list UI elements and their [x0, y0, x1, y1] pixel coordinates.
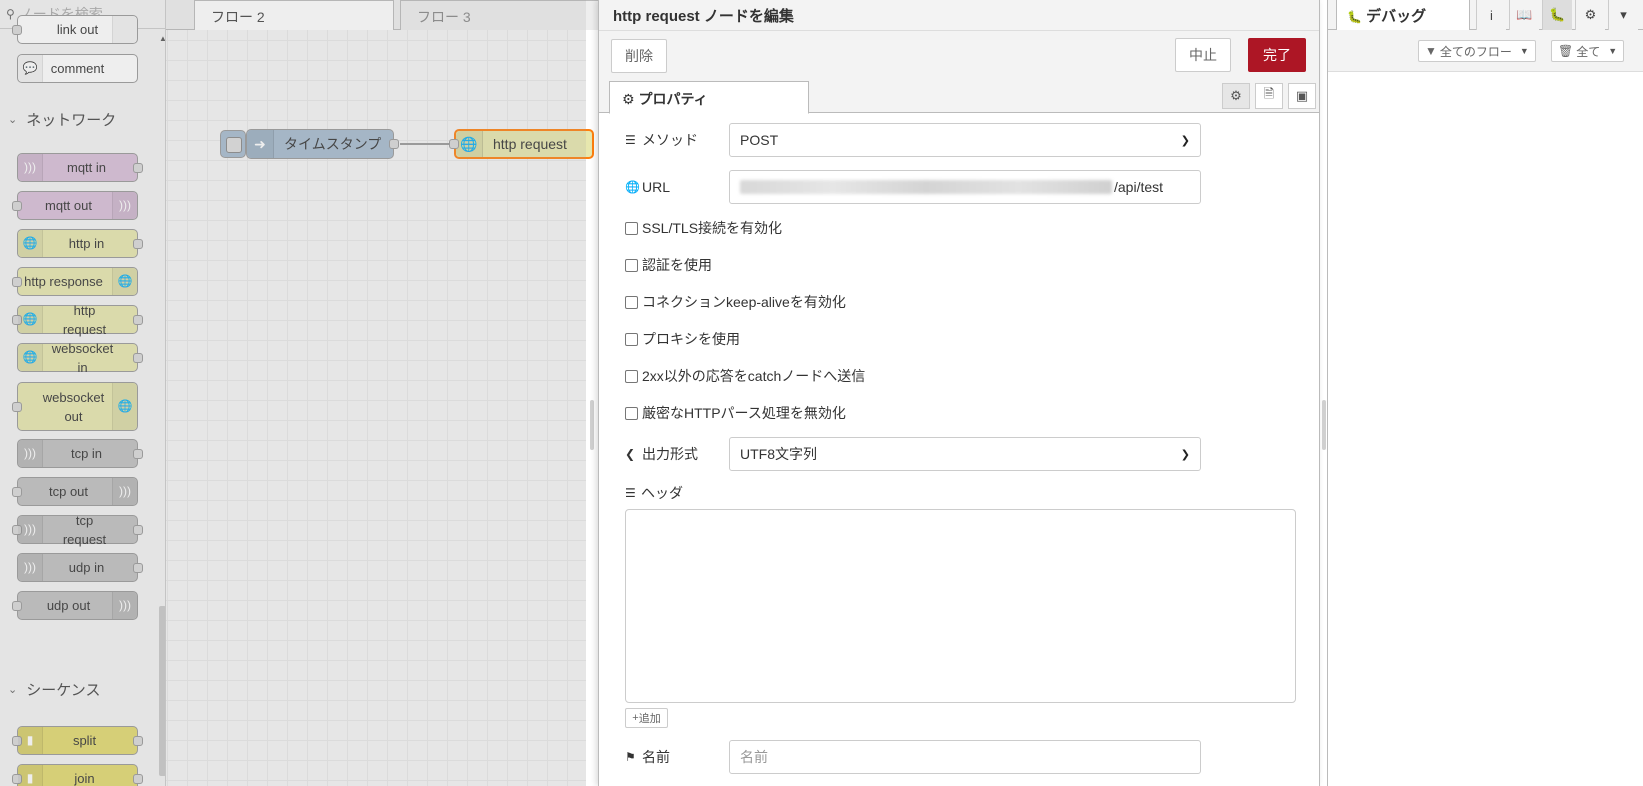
chevron-down-icon: ❯ — [1180, 448, 1190, 461]
url-input[interactable]: /api/test — [729, 170, 1201, 204]
checkbox[interactable] — [625, 221, 638, 235]
sidebar-tab-bar: 🐛 デバッグ i 📖 🐛 ⚙ ▾ — [1328, 0, 1643, 31]
checkbox[interactable] — [625, 295, 638, 309]
filter-icon: ▼ — [1425, 44, 1437, 58]
appearance-icon[interactable]: ▣ — [1288, 83, 1316, 109]
checkbox-keepalive[interactable]: コネクションkeep-aliveを有効化 — [625, 292, 846, 312]
add-header-button[interactable]: + 追加 — [625, 708, 668, 728]
caret-down-icon: ▼ — [1519, 46, 1529, 56]
arrow-left-icon: ❮ — [625, 447, 636, 461]
edit-tray: http request ノードを編集 削除 中止 完了 ⚙ プロパティ ⚙ 🗎… — [598, 0, 1320, 786]
name-row: ⚑ 名前 名前 — [625, 740, 1201, 774]
bug-icon: 🐛 — [1347, 10, 1362, 24]
redacted-url-part — [740, 180, 1112, 194]
description-icon[interactable]: 🗎 — [1255, 83, 1283, 109]
tag-icon: ⚑ — [625, 750, 636, 764]
clear-debug-button[interactable]: 🗑 全て ▼ — [1551, 40, 1625, 62]
cancel-button[interactable]: 中止 — [1175, 38, 1231, 72]
tab-debug[interactable]: 🐛 デバッグ — [1336, 0, 1470, 31]
method-row: ☰ メソッド POST ❯ — [625, 123, 1201, 157]
chevron-down-icon: ❯ — [1180, 134, 1190, 147]
checkbox-proxy[interactable]: プロキシを使用 — [625, 329, 740, 349]
checkbox-tls[interactable]: SSL/TLS接続を有効化 — [625, 218, 782, 238]
return-select[interactable]: UTF8文字列 ❯ — [729, 437, 1201, 471]
gear-icon[interactable]: ⚙ — [1575, 0, 1605, 30]
flow-workspace[interactable]: フロー 2 フロー 3 ➜ タイムスタンプ 🌐 http request — [0, 0, 600, 786]
gear-icon: ⚙ — [622, 91, 635, 107]
tray-tabs: ⚙ プロパティ ⚙ 🗎 ▣ — [599, 77, 1319, 114]
name-input[interactable]: 名前 — [729, 740, 1201, 774]
book-icon[interactable]: 📖 — [1509, 0, 1539, 30]
tray-resize-handle[interactable] — [590, 400, 594, 450]
caret-down-icon: ▼ — [1608, 46, 1618, 56]
headers-label-row: ☰ ヘッダ — [625, 485, 683, 501]
checkbox[interactable] — [625, 258, 638, 272]
tray-toolbar: 削除 中止 完了 — [599, 31, 1319, 77]
list-icon: ☰ — [625, 486, 636, 500]
tab-properties[interactable]: ⚙ プロパティ — [609, 81, 809, 114]
headers-list[interactable] — [625, 509, 1296, 703]
delete-button[interactable]: 削除 — [611, 39, 667, 73]
node-settings-icon[interactable]: ⚙ — [1222, 83, 1250, 109]
method-select[interactable]: POST ❯ — [729, 123, 1201, 157]
sidebar-resize-handle[interactable] — [1322, 400, 1326, 450]
url-row: 🌐 URL /api/test — [625, 170, 1201, 204]
checkbox-insecure-http[interactable]: 厳密なHTTPパース処理を無効化 — [625, 403, 846, 423]
checkbox[interactable] — [625, 369, 638, 383]
debug-bug-icon[interactable]: 🐛 — [1542, 0, 1572, 30]
return-row: ❮ 出力形式 UTF8文字列 ❯ — [625, 437, 1201, 471]
tasks-icon: ☰ — [625, 133, 636, 147]
checkbox-auth[interactable]: 認証を使用 — [625, 255, 712, 275]
debug-toolbar: ▼ 全てのフロー ▼ 🗑 全て ▼ — [1328, 30, 1643, 72]
sidebar: 🐛 デバッグ i 📖 🐛 ⚙ ▾ ▼ 全てのフロー ▼ 🗑 全て ▼ — [1327, 0, 1643, 786]
chevron-down-icon[interactable]: ▾ — [1608, 0, 1638, 30]
info-icon[interactable]: i — [1476, 0, 1506, 30]
checkbox[interactable] — [625, 332, 638, 346]
checkbox[interactable] — [625, 406, 638, 420]
modal-shade — [0, 0, 586, 786]
tray-title: http request ノードを編集 — [599, 0, 1319, 31]
trash-icon: 🗑 — [1558, 44, 1574, 58]
globe-icon: 🌐 — [625, 180, 640, 194]
checkbox-senderr[interactable]: 2xx以外の応答をcatchノードへ送信 — [625, 366, 865, 386]
filter-flows-button[interactable]: ▼ 全てのフロー ▼ — [1418, 40, 1536, 62]
done-button[interactable]: 完了 — [1248, 38, 1306, 72]
